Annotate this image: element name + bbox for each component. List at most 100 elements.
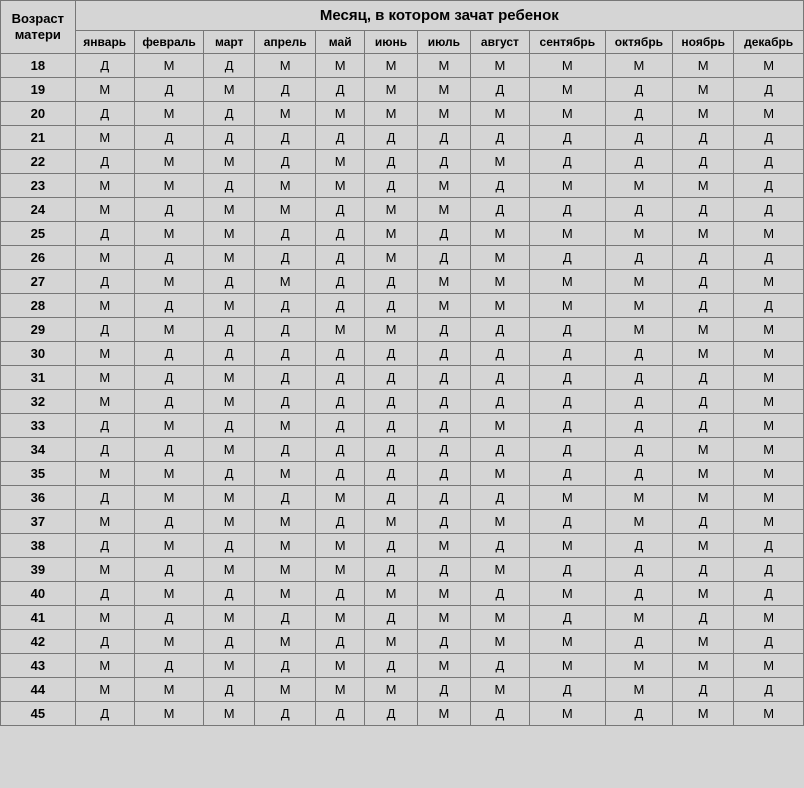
data-cell: М	[417, 102, 470, 126]
data-cell: М	[470, 294, 529, 318]
age-cell: 44	[1, 678, 76, 702]
data-cell: Д	[734, 150, 804, 174]
data-cell: Д	[470, 174, 529, 198]
data-cell: Д	[417, 510, 470, 534]
data-cell: Д	[417, 438, 470, 462]
data-cell: М	[673, 78, 734, 102]
table-row: 35ММДМДДДМДДММ	[1, 462, 804, 486]
data-cell: Д	[734, 582, 804, 606]
age-cell: 34	[1, 438, 76, 462]
table-row: 42ДМДМДМДММДМД	[1, 630, 804, 654]
data-cell: Д	[255, 606, 316, 630]
table-row: 19МДМДДММДМДМД	[1, 78, 804, 102]
data-cell: М	[470, 246, 529, 270]
data-cell: Д	[75, 222, 134, 246]
data-cell: Д	[316, 582, 365, 606]
data-cell: Д	[734, 198, 804, 222]
data-cell: М	[417, 294, 470, 318]
month-header: ноябрь	[673, 31, 734, 54]
data-cell: Д	[134, 606, 204, 630]
data-cell: М	[673, 486, 734, 510]
month-header: декабрь	[734, 31, 804, 54]
data-cell: Д	[316, 630, 365, 654]
data-cell: Д	[605, 126, 672, 150]
data-cell: Д	[605, 342, 672, 366]
data-cell: Д	[605, 366, 672, 390]
data-cell: М	[365, 630, 418, 654]
data-cell: М	[134, 462, 204, 486]
data-cell: М	[734, 366, 804, 390]
data-cell: М	[605, 678, 672, 702]
data-cell: М	[734, 318, 804, 342]
data-cell: М	[734, 54, 804, 78]
data-cell: Д	[470, 486, 529, 510]
data-cell: М	[134, 150, 204, 174]
data-cell: М	[734, 702, 804, 726]
age-cell: 33	[1, 414, 76, 438]
data-cell: М	[529, 270, 605, 294]
data-cell: Д	[316, 702, 365, 726]
data-cell: Д	[365, 126, 418, 150]
data-cell: М	[255, 198, 316, 222]
data-cell: Д	[417, 462, 470, 486]
month-header: февраль	[134, 31, 204, 54]
data-cell: М	[734, 438, 804, 462]
table-row: 18ДМДМММММММММ	[1, 54, 804, 78]
data-cell: Д	[529, 150, 605, 174]
data-cell: Д	[134, 342, 204, 366]
data-cell: Д	[365, 174, 418, 198]
data-cell: Д	[134, 510, 204, 534]
data-cell: Д	[605, 102, 672, 126]
data-cell: Д	[134, 438, 204, 462]
data-cell: М	[316, 54, 365, 78]
data-cell: М	[75, 294, 134, 318]
data-cell: Д	[75, 438, 134, 462]
data-cell: Д	[255, 150, 316, 174]
data-cell: Д	[605, 414, 672, 438]
data-cell: Д	[204, 462, 255, 486]
table-row: 32МДМДДДДДДДДМ	[1, 390, 804, 414]
data-cell: Д	[255, 126, 316, 150]
age-cell: 27	[1, 270, 76, 294]
table-row: 31МДМДДДДДДДДМ	[1, 366, 804, 390]
data-cell: М	[470, 54, 529, 78]
data-cell: Д	[605, 390, 672, 414]
data-cell: Д	[529, 606, 605, 630]
data-cell: М	[204, 294, 255, 318]
data-cell: Д	[529, 462, 605, 486]
data-cell: Д	[529, 678, 605, 702]
data-cell: М	[529, 222, 605, 246]
data-cell: Д	[673, 414, 734, 438]
data-cell: М	[734, 486, 804, 510]
data-cell: Д	[255, 486, 316, 510]
data-cell: М	[605, 294, 672, 318]
data-cell: М	[417, 582, 470, 606]
data-cell: Д	[470, 390, 529, 414]
data-cell: М	[734, 654, 804, 678]
data-cell: Д	[134, 558, 204, 582]
age-cell: 40	[1, 582, 76, 606]
data-cell: М	[365, 318, 418, 342]
data-cell: М	[316, 486, 365, 510]
data-cell: М	[605, 606, 672, 630]
data-cell: М	[605, 654, 672, 678]
data-cell: М	[673, 318, 734, 342]
data-cell: М	[255, 534, 316, 558]
data-cell: М	[734, 390, 804, 414]
data-cell: Д	[417, 630, 470, 654]
data-cell: М	[134, 174, 204, 198]
data-cell: М	[673, 222, 734, 246]
data-cell: М	[417, 270, 470, 294]
data-cell: М	[470, 414, 529, 438]
month-header: март	[204, 31, 255, 54]
data-cell: М	[529, 294, 605, 318]
data-cell: Д	[75, 630, 134, 654]
data-cell: М	[605, 222, 672, 246]
age-cell: 25	[1, 222, 76, 246]
data-cell: Д	[365, 654, 418, 678]
data-cell: М	[134, 678, 204, 702]
data-cell: М	[605, 174, 672, 198]
data-cell: Д	[417, 342, 470, 366]
data-cell: М	[75, 126, 134, 150]
month-header: май	[316, 31, 365, 54]
